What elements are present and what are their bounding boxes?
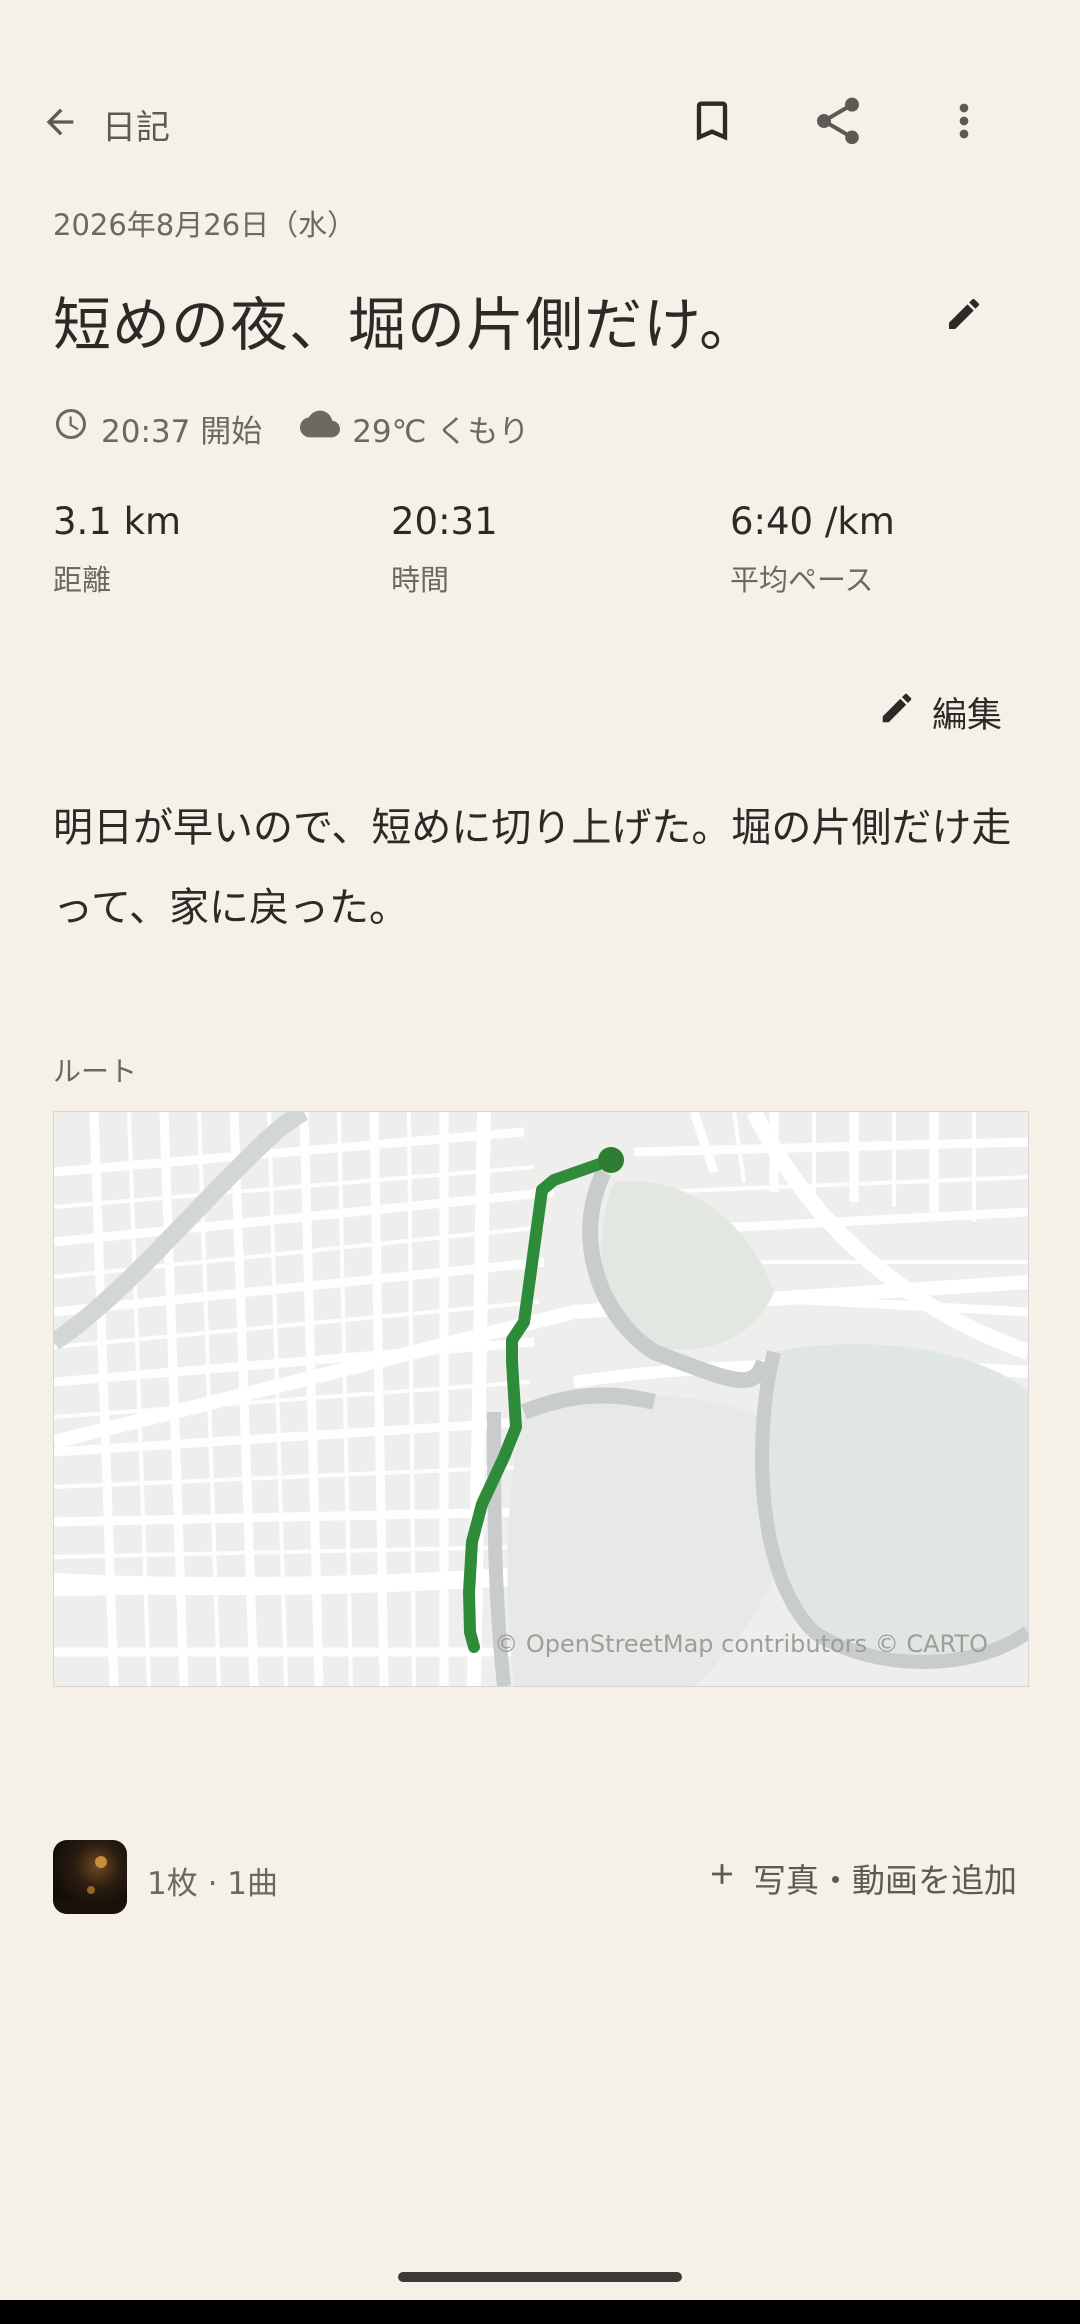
back-label: 日記	[102, 107, 170, 148]
media-row: 1枚 · 1曲 写真・動画を追加	[53, 1840, 1027, 1916]
add-media-button[interactable]: 写真・動画を追加	[705, 1854, 1017, 1902]
stat-pace: 6:40 /km 平均ペース	[730, 500, 895, 599]
more-vert-icon	[938, 95, 990, 151]
add-media-label: 写真・動画を追加	[753, 1861, 1017, 1900]
clock-icon	[53, 406, 89, 450]
edit-title-button[interactable]	[924, 276, 1004, 356]
plus-icon	[705, 1857, 739, 1899]
entry-body: 明日が早いので、短めに切り上げた。堀の片側だけ走って、家に戻った。	[53, 805, 1012, 931]
bookmark-icon	[686, 95, 738, 151]
stats-row: 3.1 km 距離 20:31 時間 6:40 /km 平均ペース	[53, 500, 1033, 610]
pencil-icon	[944, 294, 984, 338]
edit-label: 編集	[932, 695, 1003, 736]
home-indicator[interactable]	[398, 2272, 682, 2282]
stat-time: 20:31 時間	[391, 500, 498, 599]
stat-label: 時間	[391, 563, 450, 597]
stat-label: 距離	[53, 563, 112, 597]
share-button[interactable]	[798, 83, 878, 163]
start-time: 20:37 開始	[101, 413, 263, 450]
stat-value: 6:40 /km	[730, 500, 895, 543]
pencil-icon	[878, 689, 916, 736]
media-count: 1枚 · 1曲	[147, 1866, 279, 1902]
weather: 29℃ くもり	[352, 413, 530, 450]
stat-distance: 3.1 km 距離	[53, 500, 181, 599]
entry-title: 短めの夜、堀の片側だけ。	[53, 291, 759, 359]
edit-body-button[interactable]: 編集	[878, 680, 1002, 744]
route-overlay	[463, 1147, 624, 1653]
route-label: ルート	[53, 1055, 138, 1088]
stat-label: 平均ペース	[730, 563, 874, 597]
bookmark-button[interactable]	[672, 83, 752, 163]
back-button[interactable]: 日記	[40, 92, 170, 156]
route-end-marker	[598, 1147, 624, 1173]
entry-date: 2026年8月26日（水）	[53, 208, 357, 242]
media-thumbnail[interactable]	[53, 1840, 127, 1914]
stat-value: 3.1 km	[53, 500, 182, 543]
navigation-bar	[0, 2300, 1080, 2324]
entry-meta: 20:37 開始 29℃ くもり	[53, 404, 529, 452]
cloud-icon	[300, 404, 341, 452]
route-map[interactable]: © OpenStreetMap contributors © CARTO	[53, 1111, 1029, 1687]
map-attribution: © OpenStreetMap contributors © CARTO	[494, 1630, 988, 1658]
share-icon	[810, 93, 866, 153]
stat-value: 20:31	[391, 500, 498, 543]
more-options-button[interactable]	[924, 83, 1004, 163]
arrow-left-icon	[40, 102, 80, 146]
route-path	[463, 1154, 617, 1653]
